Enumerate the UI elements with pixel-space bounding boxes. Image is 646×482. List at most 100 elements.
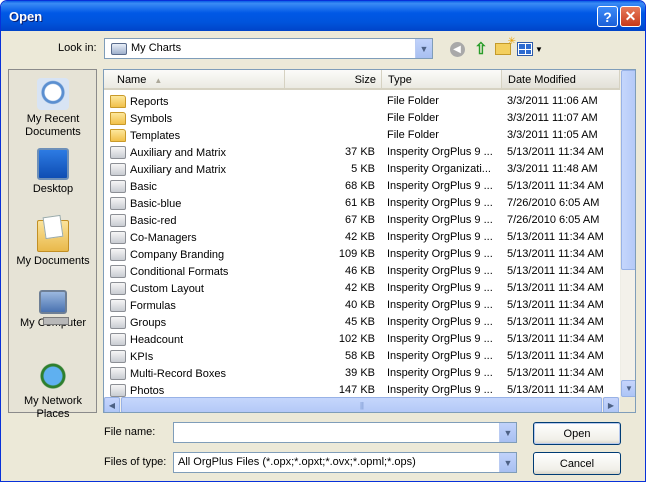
title-bar[interactable]: Open ? ✕ xyxy=(1,1,645,31)
file-name-text: Reports xyxy=(130,95,169,108)
help-button[interactable]: ? xyxy=(597,6,618,27)
scrollbar-corner xyxy=(620,397,635,412)
place-label: My Recent Documents xyxy=(25,113,81,138)
vertical-scroll-thumb[interactable] xyxy=(621,70,635,270)
file-row[interactable]: Custom Layout 42 KB Insperity OrgPlus 9 ..… xyxy=(104,279,620,296)
new-folder-icon xyxy=(495,36,516,55)
file-name-cell: Auxiliary and Matrix xyxy=(110,145,226,160)
column-name-label: Name xyxy=(117,74,147,86)
file-row[interactable]: Photos 147 KB Insperity OrgPlus 9 ... 5/13/… xyxy=(104,381,620,397)
open-button[interactable]: Open xyxy=(533,422,621,445)
file-type-label: Files of type: xyxy=(104,456,167,468)
file-row[interactable]: Company Branding 109 KB Insperity OrgPlus … xyxy=(104,245,620,262)
file-name-cell: Co-Managers xyxy=(110,230,197,245)
views-menu-button[interactable]: ▼ xyxy=(516,39,544,59)
open-button-label: Open xyxy=(563,427,591,440)
horizontal-scroll-thumb[interactable]: ||| xyxy=(121,397,602,412)
file-row[interactable]: Conditional Formats 46 KB Insperity OrgPlu… xyxy=(104,262,620,279)
file-name-cell: Custom Layout xyxy=(110,281,204,296)
chevron-down-icon[interactable]: ▼ xyxy=(499,453,516,472)
place-label: My Documents xyxy=(16,255,90,267)
file-type-cell: Insperity OrgPlus 9 ... xyxy=(387,350,493,362)
horizontal-scrollbar[interactable]: ◀ ||| ▶ xyxy=(104,397,620,412)
file-type-cell: Insperity OrgPlus 9 ... xyxy=(387,197,493,209)
file-list[interactable]: Name ▲ Size Type Date Modified Reports Fil… xyxy=(103,69,636,413)
file-date-cell: 3/3/2011 11:07 AM xyxy=(507,112,598,124)
scroll-left-button[interactable]: ◀ xyxy=(104,397,120,412)
views-menu-icon xyxy=(517,42,534,56)
file-row[interactable]: Groups 45 KB Insperity OrgPlus 9 ... 5/13/2… xyxy=(104,313,620,330)
place-my-documents[interactable]: My Documents xyxy=(9,220,97,268)
file-type-cell: Insperity OrgPlus 9 ... xyxy=(387,316,493,328)
file-name-cell: Groups xyxy=(110,315,166,330)
vertical-scrollbar[interactable]: ▼ xyxy=(620,70,635,397)
file-row[interactable]: Basic 68 KB Insperity OrgPlus 9 ... 5/13/20… xyxy=(104,177,620,194)
my-computer-icon xyxy=(39,290,69,325)
chart-file-icon xyxy=(110,316,126,329)
file-date-cell: 5/13/2011 11:34 AM xyxy=(507,231,604,243)
file-row[interactable]: Reports File Folder 3/3/2011 11:06 AM xyxy=(104,92,620,109)
file-row[interactable]: Headcount 102 KB Insperity OrgPlus 9 ... 5/… xyxy=(104,330,620,347)
place-label: My Network Places xyxy=(23,395,83,420)
file-type-cell: Insperity OrgPlus 9 ... xyxy=(387,248,493,260)
folder-icon xyxy=(110,95,126,108)
scroll-right-button[interactable]: ▶ xyxy=(603,397,619,412)
column-header-size[interactable]: Size xyxy=(285,70,382,90)
look-in-dropdown[interactable]: My Charts ▼ xyxy=(104,38,433,59)
place-my-network-places[interactable]: My Network Places xyxy=(9,360,97,421)
file-row[interactable]: KPIs 58 KB Insperity OrgPlus 9 ... 5/13/201… xyxy=(104,347,620,364)
file-name-cell: Company Branding xyxy=(110,247,224,262)
file-row[interactable]: Basic-red 67 KB Insperity OrgPlus 9 ... 7/2… xyxy=(104,211,620,228)
file-row[interactable]: Basic-blue 61 KB Insperity OrgPlus 9 ... 7/… xyxy=(104,194,620,211)
up-one-level-button[interactable]: ⇧ xyxy=(471,39,491,59)
open-dialog: Open ? ✕ Look in: My Charts ▼ ◀ ⇧ ▼ My R… xyxy=(0,0,646,482)
file-name-cell: Reports xyxy=(110,94,169,109)
file-name-cell: Headcount xyxy=(110,332,183,347)
file-name-input[interactable]: ▼ xyxy=(173,422,517,443)
column-header-type[interactable]: Type xyxy=(382,70,502,90)
places-bar: My Recent Documents Desktop My Documents… xyxy=(8,69,97,420)
chart-file-icon xyxy=(110,333,126,346)
scroll-down-button[interactable]: ▼ xyxy=(621,380,635,397)
chevron-down-icon[interactable]: ▼ xyxy=(499,423,516,442)
create-new-folder-button[interactable] xyxy=(493,36,516,59)
file-name-cell: Formulas xyxy=(110,298,176,313)
file-name-label: File name: xyxy=(104,426,156,438)
file-name-text: KPIs xyxy=(130,350,154,363)
chart-file-icon xyxy=(110,146,126,159)
back-button[interactable]: ◀ xyxy=(447,39,467,59)
place-my-recent-documents[interactable]: My Recent Documents xyxy=(9,78,97,139)
file-date-cell: 5/13/2011 11:34 AM xyxy=(507,248,604,260)
column-header-date-modified[interactable]: Date Modified xyxy=(502,70,620,90)
place-desktop[interactable]: Desktop xyxy=(9,148,97,196)
close-button[interactable]: ✕ xyxy=(620,6,641,27)
file-size-cell: 58 KB xyxy=(345,350,375,362)
cancel-button[interactable]: Cancel xyxy=(533,452,621,475)
file-row[interactable]: Co-Managers 42 KB Insperity OrgPlus 9 ... 5… xyxy=(104,228,620,245)
file-type-cell: Insperity OrgPlus 9 ... xyxy=(387,384,493,396)
file-type-dropdown[interactable]: All OrgPlus Files (*.opx;*.opxt;*.ovx;*.… xyxy=(173,452,517,473)
file-row[interactable]: Auxiliary and Matrix 37 KB Insperity OrgPl… xyxy=(104,143,620,160)
file-date-cell: 5/13/2011 11:34 AM xyxy=(507,333,604,345)
file-name-text: Formulas xyxy=(130,299,176,312)
file-size-cell: 5 KB xyxy=(351,163,375,175)
file-type-cell: Insperity OrgPlus 9 ... xyxy=(387,146,493,158)
desktop-icon xyxy=(37,148,69,180)
file-date-cell: 3/3/2011 11:48 AM xyxy=(507,163,598,175)
chart-file-icon xyxy=(110,265,126,278)
place-my-computer[interactable]: My Computer xyxy=(9,290,97,330)
file-type-cell: Insperity OrgPlus 9 ... xyxy=(387,333,493,345)
file-name-text: Symbols xyxy=(130,112,173,125)
column-header-name[interactable]: Name ▲ xyxy=(104,70,285,90)
chevron-down-icon[interactable]: ▼ xyxy=(415,39,432,58)
file-size-cell: 46 KB xyxy=(345,265,375,277)
look-in-label: Look in: xyxy=(58,42,97,54)
file-row[interactable]: Auxiliary and Matrix 5 KB Insperity Organi… xyxy=(104,160,620,177)
file-row[interactable]: Symbols File Folder 3/3/2011 11:07 AM xyxy=(104,109,620,126)
file-row[interactable]: Templates File Folder 3/3/2011 11:05 AM xyxy=(104,126,620,143)
file-row[interactable]: Formulas 40 KB Insperity OrgPlus 9 ... 5/13… xyxy=(104,296,620,313)
file-name-cell: Conditional Formats xyxy=(110,264,228,279)
chart-file-icon xyxy=(110,248,126,261)
file-row[interactable]: Multi-Record Boxes 39 KB Insperity OrgPlus… xyxy=(104,364,620,381)
chart-file-icon xyxy=(110,350,126,363)
